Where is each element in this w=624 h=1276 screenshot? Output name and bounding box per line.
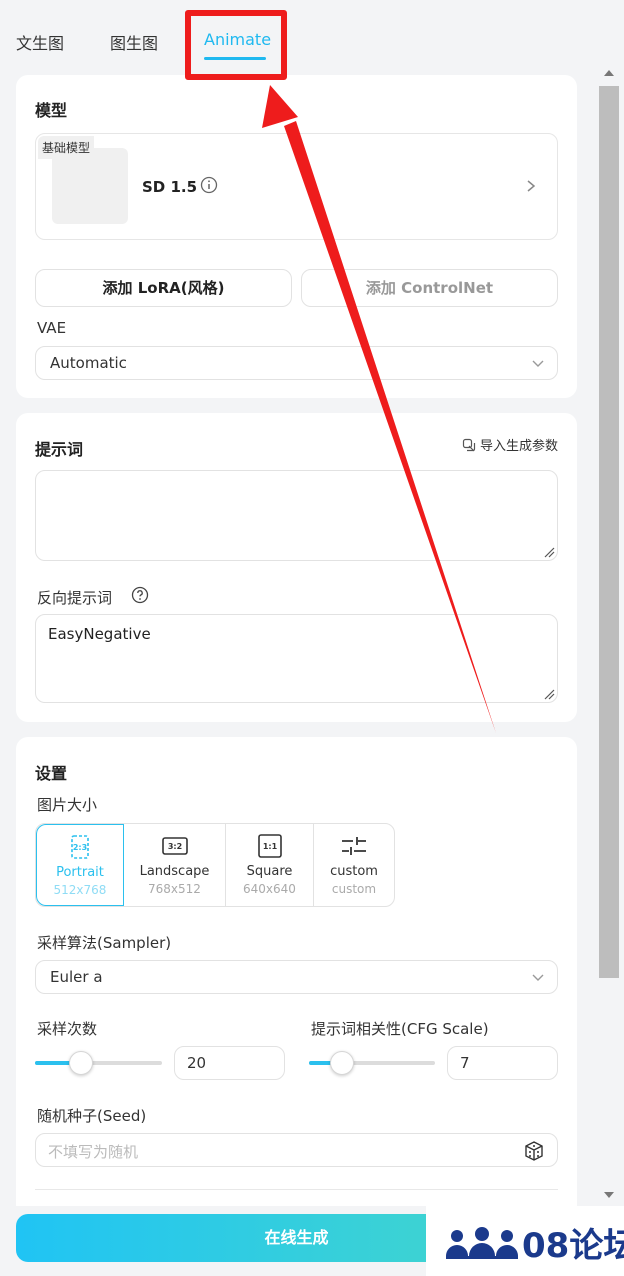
bottom-action-bar: 在线生成 08论坛 bbox=[0, 1206, 624, 1276]
size-option-landscape[interactable]: 3:2 Landscape 768x512 bbox=[124, 824, 226, 906]
tab-bar: 文生图 图生图 Animate bbox=[0, 0, 624, 68]
size-dim: 512x768 bbox=[53, 883, 107, 897]
cfg-scale-label: 提示词相关性(CFG Scale) bbox=[311, 1020, 489, 1038]
settings-card: 设置 图片大小 2:3 Portrait 512x768 3:2 Landsca… bbox=[16, 737, 577, 1217]
chevron-right-icon bbox=[527, 180, 536, 192]
watermark-text: 08论坛 bbox=[522, 1226, 624, 1266]
size-name: Square bbox=[246, 864, 293, 879]
size-dim: 768x512 bbox=[148, 882, 201, 896]
scroll-up-arrow-icon[interactable] bbox=[603, 68, 615, 78]
sliders-icon bbox=[342, 837, 366, 855]
generate-button-label: 在线生成 bbox=[264, 1228, 329, 1247]
steps-slider[interactable] bbox=[35, 1051, 162, 1075]
square-badge: 1:1 bbox=[262, 842, 277, 851]
image-size-options: 2:3 Portrait 512x768 3:2 Landscape 768x5… bbox=[35, 823, 395, 907]
seed-input[interactable]: 不填写为随机 bbox=[35, 1133, 558, 1167]
size-name: Portrait bbox=[56, 865, 104, 880]
landscape-ratio-icon: 3:2 bbox=[161, 837, 188, 855]
resize-grip-icon[interactable] bbox=[543, 546, 555, 558]
sampler-select[interactable]: Euler a bbox=[35, 960, 558, 994]
prompt-section-title: 提示词 bbox=[35, 440, 84, 459]
settings-section-title: 设置 bbox=[35, 764, 68, 783]
import-params-label: 导入生成参数 bbox=[479, 439, 558, 454]
cfg-scale-slider[interactable] bbox=[309, 1051, 435, 1075]
info-icon[interactable] bbox=[200, 176, 218, 194]
steps-value: 20 bbox=[187, 1054, 207, 1072]
size-name: custom bbox=[330, 864, 378, 879]
negative-prompt-label: 反向提示词 bbox=[37, 589, 113, 607]
size-name: Landscape bbox=[139, 864, 210, 879]
settings-divider bbox=[35, 1189, 558, 1190]
portrait-badge: 2:3 bbox=[73, 843, 87, 852]
add-controlnet-button[interactable]: 添加 ControlNet bbox=[301, 269, 558, 307]
size-option-square[interactable]: 1:1 Square 640x640 bbox=[226, 824, 314, 906]
size-option-custom[interactable]: custom custom bbox=[314, 824, 394, 906]
negative-prompt-value: EasyNegative bbox=[48, 625, 151, 643]
size-option-portrait[interactable]: 2:3 Portrait 512x768 bbox=[36, 824, 124, 906]
cfg-value: 7 bbox=[460, 1054, 470, 1072]
scrollbar-thumb[interactable] bbox=[599, 86, 619, 978]
help-icon[interactable] bbox=[131, 586, 149, 604]
model-section-title: 模型 bbox=[35, 101, 68, 120]
tab-text-to-image[interactable]: 文生图 bbox=[16, 30, 64, 54]
people-logo-icon bbox=[446, 1227, 518, 1259]
dice-icon[interactable] bbox=[523, 1140, 545, 1162]
scrollbar[interactable] bbox=[597, 62, 621, 1206]
model-card: 模型 基础模型 SD 1.5 添加 LoRA(风格) 添加 ControlNet… bbox=[16, 75, 577, 398]
model-name: SD 1.5 bbox=[142, 178, 198, 196]
model-thumbnail bbox=[52, 148, 128, 224]
steps-input[interactable]: 20 bbox=[174, 1046, 285, 1080]
image-size-label: 图片大小 bbox=[37, 796, 98, 814]
prompt-card: 提示词 导入生成参数 反向提示词 EasyNegative bbox=[16, 413, 577, 722]
negative-prompt-textarea[interactable]: EasyNegative bbox=[35, 614, 558, 703]
resize-grip-icon[interactable] bbox=[543, 688, 555, 700]
tab-animate[interactable]: Animate bbox=[204, 30, 271, 49]
chevron-down-icon bbox=[532, 360, 544, 367]
seed-placeholder: 不填写为随机 bbox=[48, 1143, 139, 1161]
vae-select[interactable]: Automatic bbox=[35, 346, 558, 380]
cfg-scale-input[interactable]: 7 bbox=[447, 1046, 558, 1080]
tab-image-to-image[interactable]: 图生图 bbox=[110, 30, 158, 54]
model-tag: 基础模型 bbox=[38, 136, 95, 159]
seed-label: 随机种子(Seed) bbox=[37, 1107, 147, 1125]
import-params-button[interactable]: 导入生成参数 bbox=[462, 435, 558, 454]
vae-label: VAE bbox=[37, 319, 67, 337]
scroll-down-arrow-icon[interactable] bbox=[603, 1190, 615, 1200]
vae-value: Automatic bbox=[50, 354, 127, 372]
portrait-ratio-icon: 2:3 bbox=[71, 835, 89, 859]
add-lora-button[interactable]: 添加 LoRA(风格) bbox=[35, 269, 292, 307]
chevron-down-icon bbox=[532, 974, 544, 981]
square-ratio-icon: 1:1 bbox=[257, 834, 282, 858]
model-selector[interactable]: 基础模型 SD 1.5 bbox=[35, 133, 558, 240]
watermark: 08论坛 bbox=[426, 1206, 624, 1276]
cfg-slider-handle[interactable] bbox=[330, 1051, 354, 1075]
prompt-textarea[interactable] bbox=[35, 470, 558, 561]
size-dim: custom bbox=[331, 882, 377, 896]
import-icon bbox=[462, 438, 476, 451]
steps-label: 采样次数 bbox=[37, 1020, 98, 1038]
landscape-badge: 3:2 bbox=[167, 842, 181, 851]
steps-slider-handle[interactable] bbox=[69, 1051, 93, 1075]
sampler-label: 采样算法(Sampler) bbox=[37, 934, 172, 952]
size-dim: 640x640 bbox=[243, 882, 296, 896]
sampler-value: Euler a bbox=[50, 968, 103, 986]
tab-active-underline bbox=[204, 57, 266, 60]
